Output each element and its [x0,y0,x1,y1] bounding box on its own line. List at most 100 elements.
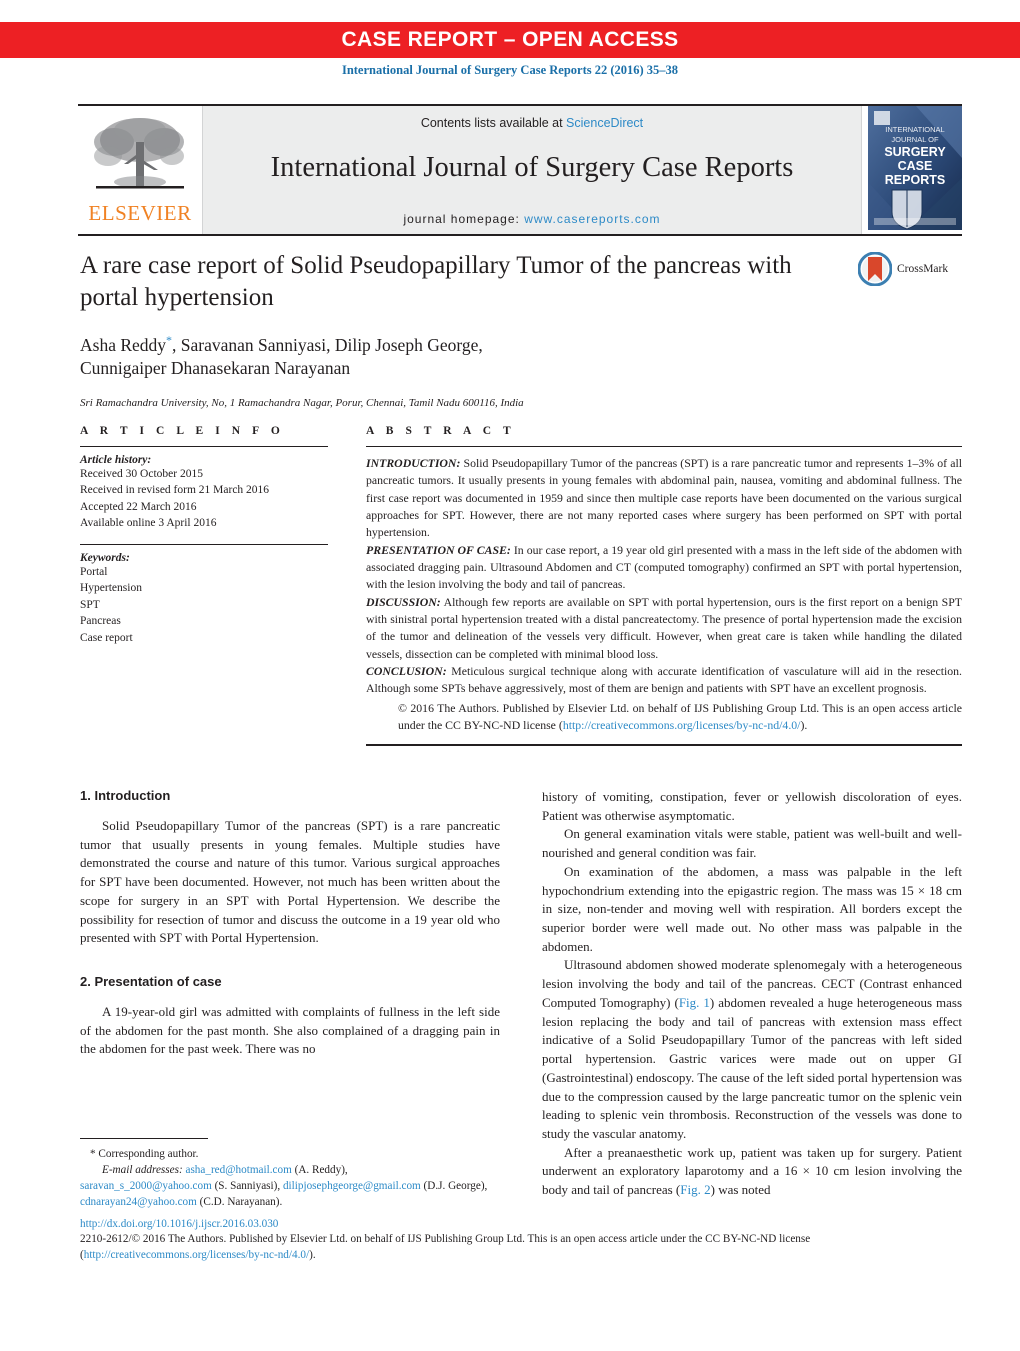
article-history-label: Article history: [80,454,152,466]
abstract-lead-discussion: DISCUSSION: [366,594,441,609]
journal-title: International Journal of Surgery Case Re… [270,152,794,183]
journal-cover-icon: INTERNATIONAL JOURNAL OF SURGERY CASE RE… [868,106,962,230]
abstract-lead-introduction: INTRODUCTION: [366,456,461,470]
masthead-center: Contents lists available at ScienceDirec… [202,106,862,234]
abstract-lead-presentation: PRESENTATION OF CASE: [366,542,511,557]
keywords-rule [80,543,328,545]
article-info-heading: A R T I C L E I N F O [80,425,285,437]
email-addresses-block: E-mail addresses: asha_red@hotmail.com (… [80,1162,500,1178]
abstract-section-conclusion: CONCLUSION: Meticulous surgical techniqu… [366,663,962,698]
abstract-section-presentation: PRESENTATION OF CASE: In our case report… [366,542,962,594]
author-affiliation: Sri Ramachandra University, No, 1 Ramach… [80,396,524,409]
abstract-license-link[interactable]: http://creativecommons.org/licenses/by-n… [563,718,801,732]
authors-rest-line1: , Saravanan Sanniyasi, Dilip Joseph Geor… [172,334,483,355]
title-block: A rare case report of Solid Pseudopapill… [80,250,840,409]
corresponding-author-note: * Corresponding author. [90,1148,199,1160]
svg-text:REPORTS: REPORTS [885,173,945,187]
issn-copyright-post: ). [309,1248,316,1261]
article-info-rule [80,446,328,447]
author-first: Asha Reddy [80,334,167,355]
authors-line2: Cunnigaiper Dhanasekaran Narayanan [80,358,351,379]
article-history-3: Available online 3 April 2016 [80,517,217,530]
email-link-sanniyasi[interactable]: saravan_s_2000@yahoo.com [80,1180,212,1192]
abstract-lead-conclusion: CONCLUSION: [366,663,447,678]
paragraph-case-opening: A 19-year-old girl was admitted with com… [80,1004,500,1057]
keyword-2: SPT [80,598,100,611]
email-owner-narayanan: (C.D. Narayanan). [196,1196,283,1209]
abstract-heading: A B S T R A C T [366,425,516,437]
svg-text:CASE: CASE [898,159,933,173]
sciencedirect-link[interactable]: ScienceDirect [566,116,643,130]
crossmark-icon [858,252,892,286]
abstract-section-introduction: INTRODUCTION: Solid Pseudopapillary Tumo… [366,455,962,542]
journal-cover-container: INTERNATIONAL JOURNAL OF SURGERY CASE RE… [862,106,962,234]
email-owner-george: (D.J. George), [423,1180,488,1193]
svg-text:JOURNAL OF: JOURNAL OF [891,135,939,144]
paragraph-history-continuation: history of vomiting, constipation, fever… [542,789,962,823]
keyword-3: Pancreas [80,615,121,628]
footnote-text: * Corresponding author. E-mail addresses… [80,1146,500,1211]
abstract-column: A B S T R A C T INTRODUCTION: Solid Pseu… [366,425,962,747]
publisher-footer: http://dx.doi.org/10.1016/j.ijscr.2016.0… [80,1218,962,1264]
article-history-1: Received in revised form 21 March 2016 [80,484,270,497]
doi-link[interactable]: http://dx.doi.org/10.1016/j.ijscr.2016.0… [80,1218,962,1230]
footer-license-link[interactable]: http://creativecommons.org/licenses/by-n… [84,1249,309,1261]
journal-homepage-link[interactable]: www.casereports.com [524,212,660,226]
footnotes: * Corresponding author. E-mail addresses… [80,1138,500,1211]
journal-citation: International Journal of Surgery Case Re… [341,63,679,77]
paragraph-general-examination: On general examination vitals were stabl… [542,826,962,861]
email-link-reddy[interactable]: asha_red@hotmail.com [185,1164,291,1176]
abstract-text-discussion: Although few reports are available on SP… [366,594,962,661]
email-link-george[interactable]: dilipjosephgeorge@gmail.com [283,1180,421,1192]
banner-title: CASE REPORT – OPEN ACCESS [341,28,679,51]
article-history-2: Accepted 22 March 2016 [80,500,197,513]
body-gutter [500,788,542,1200]
band-gutter [328,425,366,746]
crossmark-label: CrossMark [897,263,949,275]
elsevier-tree-icon [94,118,184,189]
contents-prefix: Contents lists available at [420,116,567,130]
abstract-copyright-post: ). [800,717,808,732]
keyword-1: Hypertension [80,582,142,595]
article-history-0: Received 30 October 2015 [80,468,203,480]
email-owner-reddy: (A. Reddy), [291,1164,348,1177]
homepage-prefix: journal homepage: [403,212,525,226]
abstract-copyright: © 2016 The Authors. Published by Elsevie… [398,700,962,735]
footnote-rule [80,1138,208,1139]
article-info-abstract-band: A R T I C L E I N F O Article history: R… [80,425,962,747]
surgery-text-post: ) was noted [710,1182,771,1198]
email-line-2: saravan_s_2000@yahoo.com (S. Sanniyasi),… [80,1180,487,1208]
abstract-section-discussion: DISCUSSION: Although few reports are ava… [366,594,962,663]
keyword-0: Portal [80,565,108,578]
page-title: A rare case report of Solid Pseudopapill… [80,252,792,311]
paragraph-imaging-findings: Ultrasound abdomen showed moderate splen… [542,956,962,1143]
section-heading-presentation-of-case: 2. Presentation of case [80,974,222,990]
figure-1-link[interactable]: Fig. 1 [679,995,710,1010]
paragraph-abdominal-examination: On examination of the abdomen, a mass wa… [542,863,962,954]
keywords-label: Keywords: [80,551,130,564]
paragraph-surgery: After a preanaesthetic work up, patient … [542,1144,962,1200]
issn-copyright-line: 2210-2612/© 2016 The Authors. Published … [80,1232,962,1264]
imaging-text-post: ) abdomen revealed a huge heterogeneous … [542,994,963,1141]
paragraph-introduction: Solid Pseudopapillary Tumor of the pancr… [80,818,500,946]
contents-available-line: Contents lists available at ScienceDirec… [203,116,861,130]
section-heading-introduction: 1. Introduction [80,788,171,803]
article-info-column: A R T I C L E I N F O Article history: R… [80,425,328,746]
svg-text:INTERNATIONAL: INTERNATIONAL [885,125,944,134]
crossmark-badge[interactable]: CrossMark [858,252,948,286]
open-access-banner: CASE REPORT – OPEN ACCESS [0,22,1020,58]
elsevier-branding: ELSEVIER [78,106,202,234]
abstract-rule-bottom [366,744,962,747]
author-list: Asha Reddy*, Saravanan Sanniyasi, Dilip … [80,332,840,381]
svg-text:SURGERY: SURGERY [884,145,946,159]
email-addresses-label: E-mail addresses: [102,1164,183,1177]
masthead-bottom-rule [78,234,962,236]
journal-homepage-line: journal homepage: www.casereports.com [203,212,861,226]
email-link-narayanan[interactable]: cdnarayan24@yahoo.com [80,1196,197,1208]
keyword-4: Case report [80,631,133,644]
journal-masthead: ELSEVIER Contents lists available at Sci… [78,104,962,234]
figure-2-link[interactable]: Fig. 2 [680,1182,710,1197]
elsevier-wordmark: ELSEVIER [88,201,192,225]
body-right-column: history of vomiting, constipation, fever… [542,788,962,1200]
abstract-rule-top [366,446,962,447]
